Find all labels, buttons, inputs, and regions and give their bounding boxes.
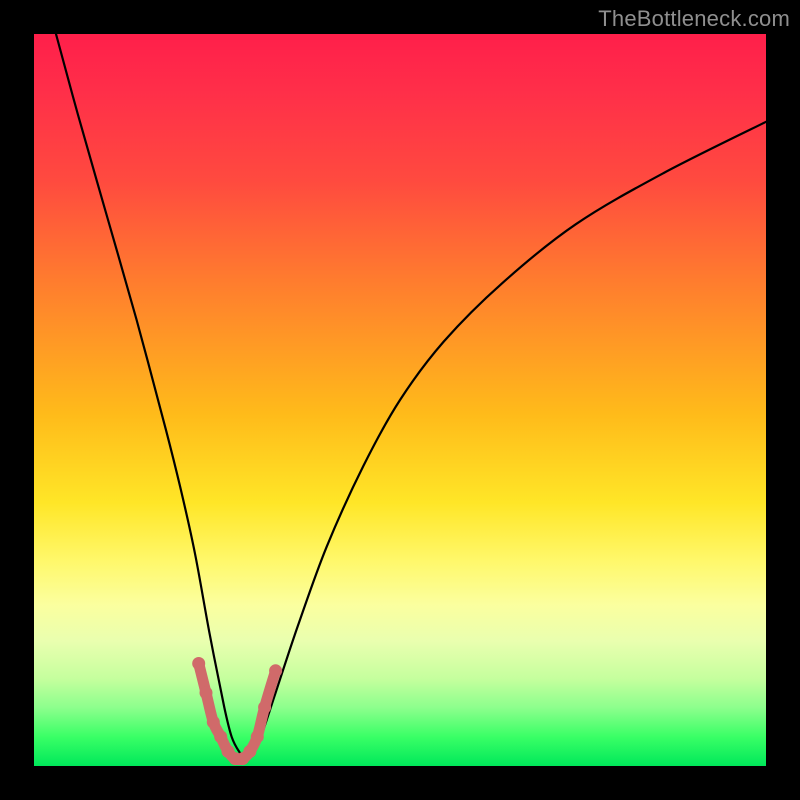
marker-dot bbox=[192, 657, 205, 670]
marker-dot bbox=[243, 745, 256, 758]
marker-dot bbox=[207, 716, 220, 729]
marker-dot bbox=[251, 730, 264, 743]
watermark-text: TheBottleneck.com bbox=[598, 6, 790, 32]
marker-dot bbox=[214, 730, 227, 743]
bottleneck-curve bbox=[34, 34, 766, 766]
chart-frame: TheBottleneck.com bbox=[0, 0, 800, 800]
marker-dot bbox=[258, 701, 271, 714]
plot-area bbox=[34, 34, 766, 766]
curve-path bbox=[56, 34, 766, 759]
marker-dot bbox=[200, 686, 213, 699]
marker-dot bbox=[269, 664, 282, 677]
